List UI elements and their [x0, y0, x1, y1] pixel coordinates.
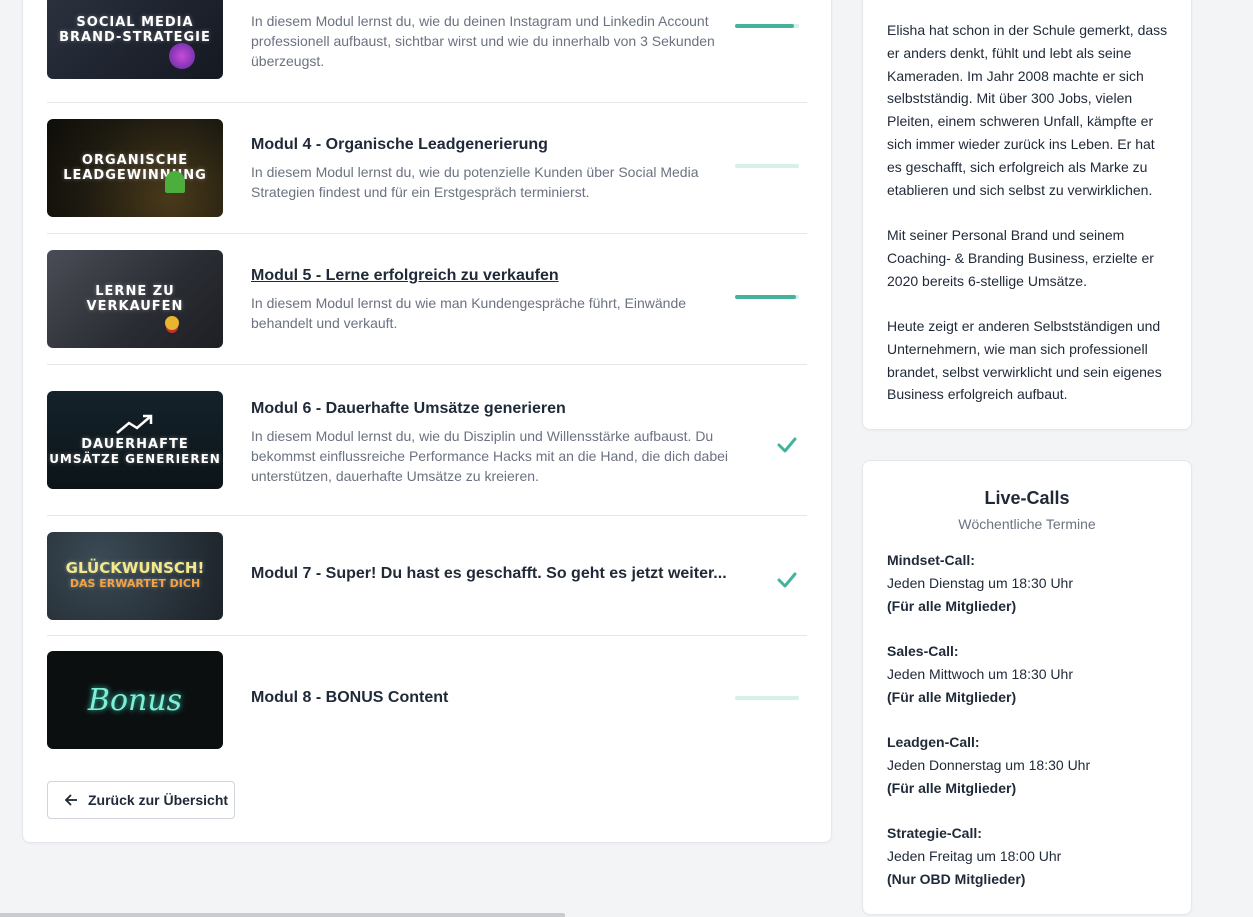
- thumbnail-text: LERNE ZU: [95, 284, 175, 299]
- social-icons-graphic: [169, 43, 195, 69]
- module-title[interactable]: Modul 4 - Organische Leadgenerierung: [251, 136, 548, 154]
- bio-paragraph: Heute zeigt er anderen Selbstständigen u…: [887, 318, 1162, 403]
- call-name: Sales-Call:: [887, 643, 959, 659]
- progress-bar: [735, 295, 799, 299]
- call-name: Leadgen-Call:: [887, 734, 980, 750]
- thumbnail-text: UMSÄTZE GENERIEREN: [49, 452, 221, 466]
- module-description: In diesem Modul lernst du, wie du Diszip…: [251, 428, 729, 484]
- thumbnail-text: BRAND-STRATEGIE: [59, 30, 211, 45]
- call-audience: (Für alle Mitglieder): [887, 597, 1017, 614]
- call-entry: Sales-Call: Jeden Mittwoch um 18:30 Uhr …: [887, 640, 1171, 708]
- bio-paragraph: Mit seiner Personal Brand und seinem Coa…: [887, 227, 1154, 289]
- thumbnail-text: ORGANISCHE: [81, 153, 189, 168]
- back-button-label: Zurück zur Übersicht: [88, 792, 229, 808]
- back-to-overview-button[interactable]: Zurück zur Übersicht: [47, 781, 235, 819]
- thumbnail-text: DAS ERWARTET DICH: [69, 577, 201, 590]
- module-thumbnail[interactable]: DAUERHAFTE UMSÄTZE GENERIEREN: [47, 391, 223, 489]
- module-thumbnail[interactable]: GLÜCKWUNSCH! DAS ERWARTET DICH: [47, 532, 223, 620]
- award-icon: [165, 316, 179, 330]
- arrow-left-icon: [64, 794, 77, 806]
- thumbnail-text: VERKAUFEN: [86, 299, 184, 314]
- live-calls-subtitle: Wöchentliche Termine: [958, 516, 1096, 532]
- module-item-4[interactable]: ORGANISCHE LEADGEWINNUNG Modul 4 - Organ…: [47, 119, 807, 217]
- plant-icon: [165, 171, 185, 193]
- live-calls-card: Live-Calls Wöchentliche Termine Mindset-…: [862, 460, 1192, 915]
- thumbnail-text: LEADGEWINNUNG: [63, 168, 207, 183]
- module-item-8[interactable]: Bonus Modul 8 - BONUS Content: [47, 651, 807, 749]
- bio-paragraph: Elisha hat schon in der Schule gemerkt, …: [887, 22, 1168, 198]
- live-calls-title: Live-Calls: [984, 488, 1070, 508]
- module-title[interactable]: Modul 7 - Super! Du hast es geschafft. S…: [251, 565, 727, 583]
- call-name: Mindset-Call:: [887, 552, 975, 568]
- divider: [47, 635, 807, 636]
- divider: [47, 102, 807, 103]
- module-thumbnail[interactable]: ORGANISCHE LEADGEWINNUNG: [47, 119, 223, 217]
- module-item-7[interactable]: GLÜCKWUNSCH! DAS ERWARTET DICH Modul 7 -…: [47, 532, 807, 620]
- call-time: Jeden Donnerstag um 18:30 Uhr: [887, 756, 1091, 773]
- call-time: Jeden Mittwoch um 18:30 Uhr: [887, 665, 1073, 682]
- module-title[interactable]: Modul 8 - BONUS Content: [251, 689, 448, 707]
- thumbnail-text: GLÜCKWUNSCH!: [65, 559, 205, 577]
- call-name: Strategie-Call:: [887, 825, 982, 841]
- module-description: In diesem Modul lernst du wie man Kunden…: [251, 295, 687, 331]
- module-item-6[interactable]: DAUERHAFTE UMSÄTZE GENERIEREN Modul 6 - …: [47, 391, 807, 489]
- module-description: In diesem Modul lernst du, wie du deinen…: [251, 13, 715, 69]
- module-list-card: SOCIAL MEDIA BRAND-STRATEGIE In diesem M…: [22, 0, 832, 843]
- call-audience: (Für alle Mitglieder): [887, 779, 1017, 796]
- thumbnail-text: SOCIAL MEDIA: [76, 15, 194, 30]
- divider: [47, 515, 807, 516]
- progress-fill: [735, 24, 794, 28]
- module-title[interactable]: Modul 6 - Dauerhafte Umsätze generieren: [251, 400, 566, 418]
- module-item-5[interactable]: LERNE ZU VERKAUFEN Modul 5 - Lerne erfol…: [47, 250, 807, 348]
- call-time: Jeden Dienstag um 18:30 Uhr: [887, 574, 1073, 591]
- call-entry: Leadgen-Call: Jeden Donnerstag um 18:30 …: [887, 731, 1171, 799]
- call-audience: (Nur OBD Mitglieder): [887, 870, 1026, 887]
- module-thumbnail[interactable]: LERNE ZU VERKAUFEN: [47, 250, 223, 348]
- call-entry: Strategie-Call: Jeden Freitag um 18:00 U…: [887, 822, 1171, 890]
- check-icon: [777, 572, 797, 588]
- progress-fill: [735, 295, 796, 299]
- divider: [47, 364, 807, 365]
- module-item-3[interactable]: SOCIAL MEDIA BRAND-STRATEGIE In diesem M…: [47, 0, 807, 79]
- progress-bar: [735, 696, 799, 700]
- module-thumbnail[interactable]: SOCIAL MEDIA BRAND-STRATEGIE: [47, 0, 223, 79]
- module-title-link[interactable]: Modul 5 - Lerne erfolgreich zu verkaufen: [251, 267, 559, 285]
- coach-bio-card: Elisha hat schon in der Schule gemerkt, …: [862, 0, 1192, 430]
- horizontal-scrollbar[interactable]: [0, 913, 565, 917]
- module-thumbnail[interactable]: Bonus: [47, 651, 223, 749]
- divider: [47, 233, 807, 234]
- call-entry: Mindset-Call: Jeden Dienstag um 18:30 Uh…: [887, 549, 1171, 617]
- progress-bar: [735, 24, 799, 28]
- growth-arrow-icon: [116, 414, 153, 434]
- progress-bar: [735, 164, 799, 168]
- module-description: In diesem Modul lernst du, wie du potenz…: [251, 164, 699, 200]
- thumbnail-text: DAUERHAFTE: [81, 437, 189, 452]
- call-audience: (Für alle Mitglieder): [887, 688, 1017, 705]
- thumbnail-text: Bonus: [87, 682, 183, 718]
- check-icon: [777, 437, 797, 453]
- call-time: Jeden Freitag um 18:00 Uhr: [887, 847, 1062, 864]
